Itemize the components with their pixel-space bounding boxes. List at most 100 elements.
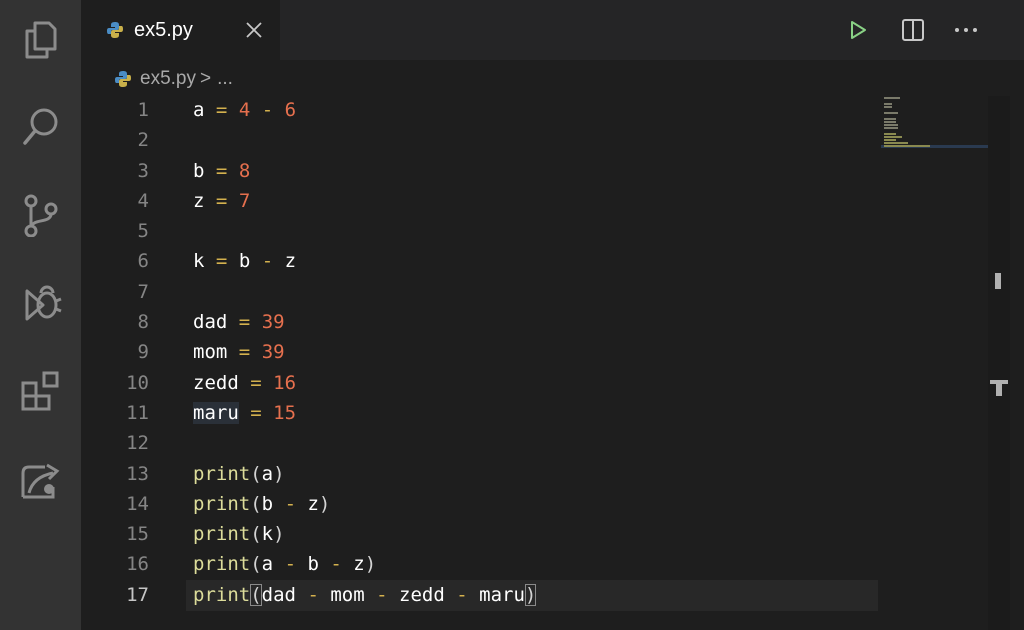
line-number: 6 (137, 250, 149, 273)
number-literal: 8 (238, 159, 251, 182)
scrollbar-thumb[interactable] (996, 380, 1002, 396)
variable: k (261, 523, 274, 546)
vertical-scrollbar[interactable] (988, 96, 1010, 630)
variable: mom (330, 583, 365, 606)
variable: b (307, 553, 319, 576)
variable: z (307, 492, 319, 515)
line-number: 10 (126, 371, 149, 394)
variable: mom (193, 341, 228, 364)
variable: dad (193, 311, 228, 334)
variable: z (284, 250, 297, 273)
line-number: 1 (137, 99, 149, 121)
number-literal: 7 (238, 189, 251, 212)
code-line[interactable]: print(a) (193, 459, 536, 489)
function-name: print (193, 583, 251, 606)
code-line[interactable]: print(a - b - z) (193, 549, 536, 579)
code-line[interactable]: dad = 39 (193, 307, 536, 337)
operator: - (261, 99, 274, 121)
line-number: 15 (126, 523, 149, 546)
number-literal: 15 (273, 401, 297, 424)
code-line[interactable] (193, 428, 536, 458)
line-number: 4 (137, 189, 149, 212)
line-number: 3 (137, 159, 149, 182)
breadcrumb: ex5.py > ... (114, 64, 233, 94)
editor[interactable]: ex5.py > ... 1 2 3 4 5 6 7 8 9 10 11 12 13 14 15 16 17 a… (81, 60, 1024, 630)
parenthesis: ( (250, 553, 262, 576)
variable: maru (479, 583, 525, 606)
line-number: 2 (137, 129, 149, 152)
code-line[interactable]: z = 7 (193, 186, 536, 216)
operator: = (238, 311, 251, 334)
remote-icon[interactable] (0, 449, 81, 509)
code-line[interactable]: mom = 39 (193, 337, 536, 367)
function-name: print (193, 492, 251, 515)
variable: b (238, 250, 251, 273)
close-icon[interactable] (244, 20, 264, 40)
more-actions-icon[interactable] (951, 15, 981, 45)
variable: maru (193, 401, 239, 424)
extensions-icon[interactable] (0, 361, 81, 421)
number-literal: 39 (261, 311, 285, 334)
line-number: 5 (137, 220, 149, 243)
function-name: print (193, 462, 251, 485)
number-literal: 6 (284, 99, 297, 121)
breadcrumb-symbols[interactable]: ... (217, 68, 233, 90)
explorer-icon[interactable] (0, 10, 81, 70)
operator: - (376, 583, 388, 606)
operator: - (284, 553, 297, 576)
code-line[interactable]: a = 4 - 6 (193, 95, 536, 125)
tab-ex5-py[interactable]: ex5.py (81, 0, 280, 60)
parenthesis: ) (318, 492, 331, 515)
split-editor-icon[interactable] (898, 15, 928, 45)
line-number: 9 (137, 341, 149, 364)
operator: - (456, 583, 468, 606)
code-line[interactable] (193, 216, 536, 246)
variable: a (261, 462, 274, 485)
breadcrumb-separator: > (199, 68, 212, 89)
function-name: print (193, 523, 251, 546)
code-line[interactable]: print(dad - mom - zedd - maru) (193, 580, 537, 610)
operator: = (215, 250, 228, 273)
operator: = (215, 189, 228, 212)
code-line[interactable]: print(b - z) (193, 489, 536, 519)
parenthesis: ) (273, 462, 285, 485)
code-line[interactable]: b = 8 (193, 156, 536, 186)
line-number: 11 (126, 401, 149, 424)
parenthesis: ( (250, 492, 262, 515)
parenthesis: ( (250, 462, 262, 485)
operator: = (238, 341, 251, 364)
parenthesis: ( (250, 523, 262, 546)
code-line[interactable] (193, 125, 536, 155)
run-debug-icon[interactable] (0, 273, 81, 333)
variable: a (261, 553, 274, 576)
number-literal: 39 (261, 341, 285, 364)
parenthesis: ) (273, 523, 285, 546)
operator: = (215, 99, 228, 121)
variable: b (261, 492, 274, 515)
variable: z (193, 189, 205, 212)
code-line[interactable]: k = b - z (193, 246, 536, 276)
line-number-gutter: 1 2 3 4 5 6 7 8 9 10 11 12 13 14 15 16 17 (81, 95, 149, 610)
code-area[interactable]: a = 4 - 6b = 8z = 7k = b - z dad = 39 mom … (193, 95, 537, 610)
search-icon[interactable] (0, 97, 81, 157)
code-line[interactable]: print(k) (193, 519, 536, 549)
line-number: 13 (126, 462, 149, 485)
line-number: 7 (137, 280, 149, 303)
breadcrumb-file[interactable]: ex5.py (140, 68, 196, 90)
minimap[interactable] (881, 95, 989, 155)
operator: - (261, 250, 274, 273)
tab-title: ex5.py (134, 18, 193, 41)
code-line[interactable]: zedd = 16 (193, 368, 536, 398)
number-literal: 16 (273, 371, 297, 394)
source-control-icon[interactable] (0, 185, 81, 245)
run-icon[interactable] (843, 15, 873, 45)
line-number: 14 (126, 492, 149, 515)
code-line[interactable] (193, 277, 536, 307)
number-literal: 4 (238, 99, 251, 121)
scrollbar-marker (995, 273, 1001, 289)
function-name: print (193, 553, 251, 576)
variable: k (193, 250, 205, 273)
operator: - (284, 492, 297, 515)
code-line[interactable]: maru = 15 (193, 398, 536, 428)
python-file-icon (115, 71, 131, 87)
